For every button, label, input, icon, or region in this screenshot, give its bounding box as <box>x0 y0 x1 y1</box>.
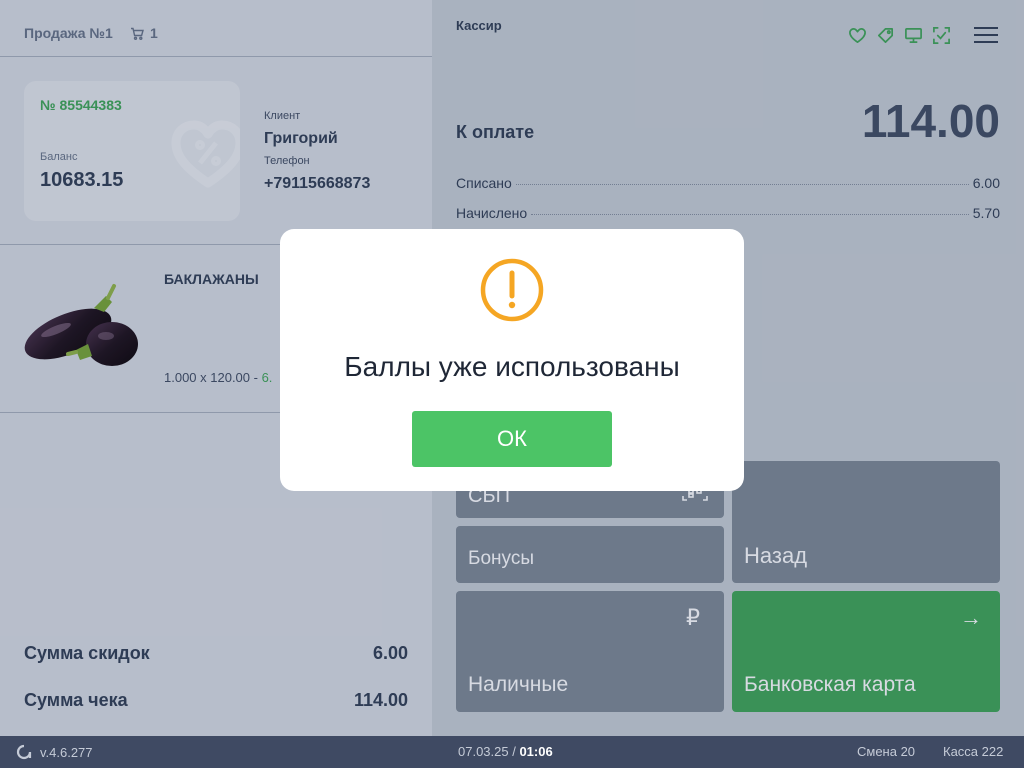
date: 07.03.25 <box>458 744 509 759</box>
warning-icon <box>480 258 544 322</box>
ok-button[interactable]: ОК <box>412 411 612 467</box>
time: 01:06 <box>519 744 553 759</box>
version-info: v.4.6.277 <box>16 744 93 760</box>
datetime: 07.03.25 / 01:06 <box>458 744 553 759</box>
version: v.4.6.277 <box>40 744 93 760</box>
logo-icon <box>16 744 32 760</box>
status-bar: v.4.6.277 07.03.25 / 01:06 Смена 20 Касс… <box>0 736 1024 768</box>
shift: Смена 20 <box>857 744 916 759</box>
till: Касса 222 <box>943 744 1004 759</box>
dialog-message: Баллы уже использованы <box>344 351 680 382</box>
alert-dialog: Баллы уже использованы ОК <box>280 229 744 491</box>
